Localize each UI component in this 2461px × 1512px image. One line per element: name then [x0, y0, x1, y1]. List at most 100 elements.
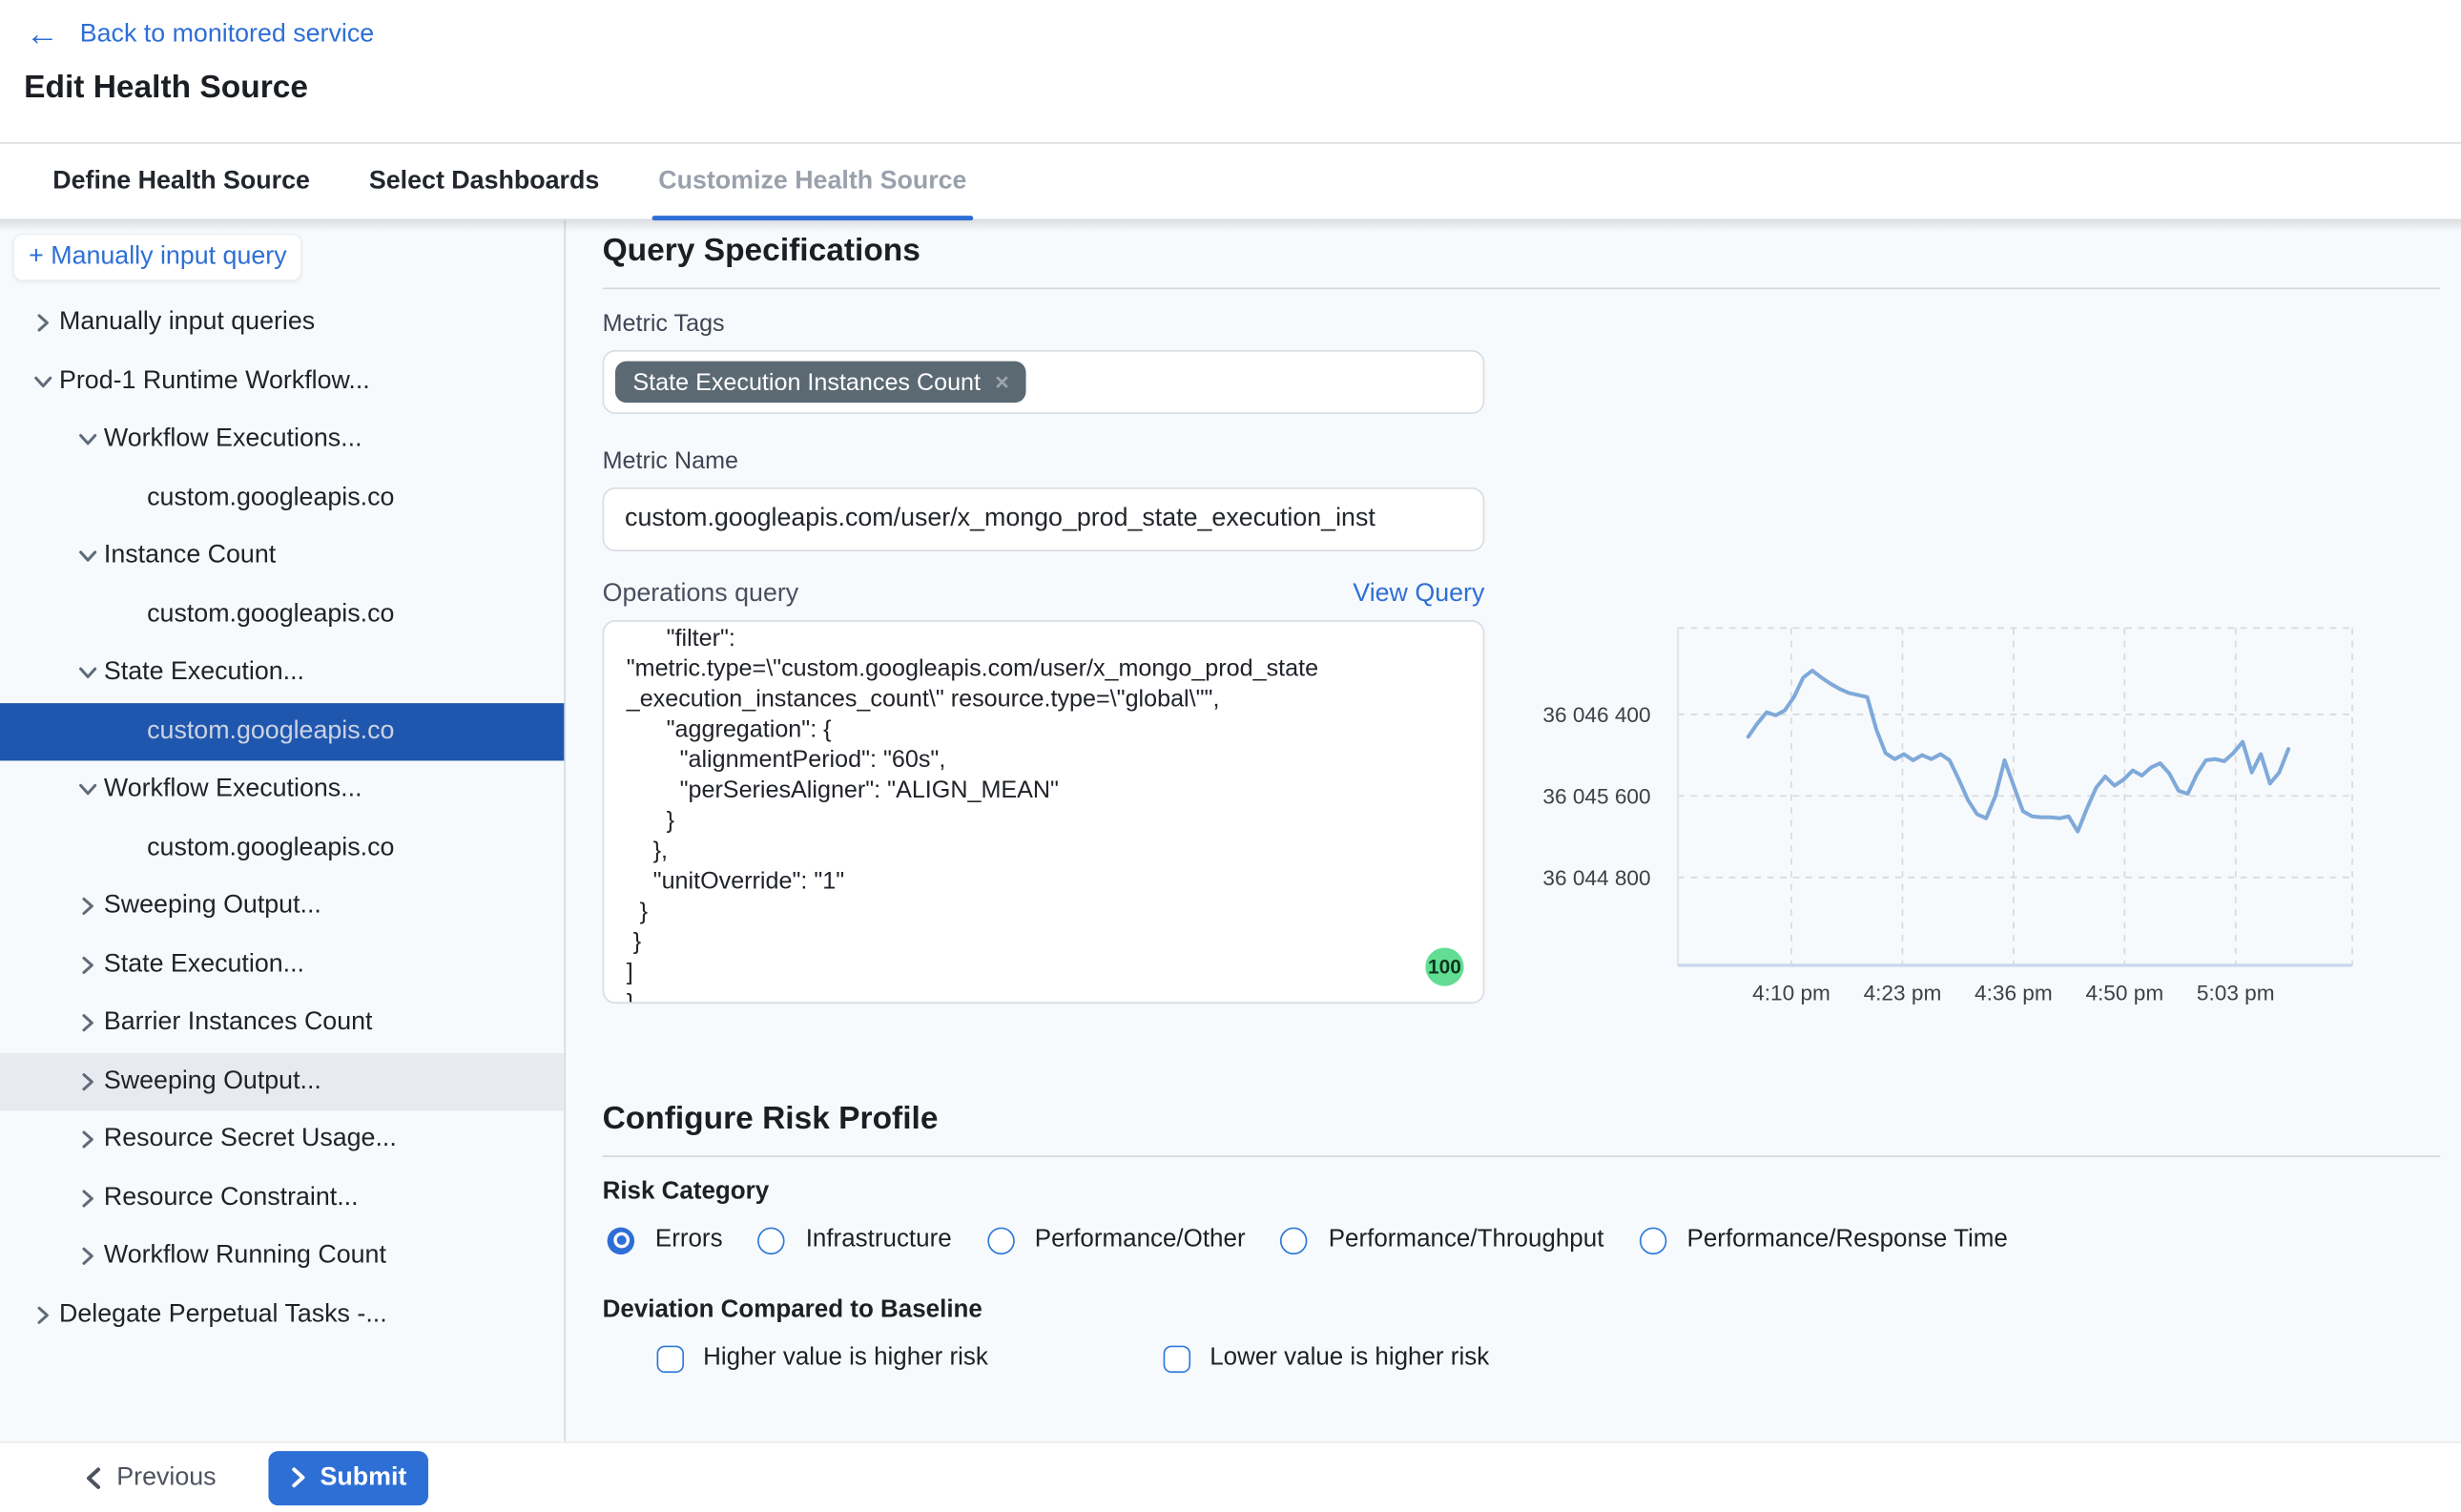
submit-button[interactable]: Submit [269, 1450, 429, 1504]
chevron-right-icon [73, 892, 102, 921]
chevron-right-icon [29, 1300, 57, 1329]
tree-item-label: custom.googleapis.co [147, 834, 394, 862]
query-records-badge: 100 [1425, 947, 1463, 985]
radio-selected-icon[interactable] [608, 1227, 634, 1253]
risk-category-label: Risk Category [603, 1178, 2461, 1207]
previous-button-label: Previous [116, 1463, 216, 1492]
app-header: ← Back to monitored service Edit Health … [0, 0, 2461, 220]
svg-text:4:50 pm: 4:50 pm [2085, 982, 2163, 1005]
svg-text:36 046 400: 36 046 400 [1542, 703, 1650, 727]
back-link[interactable]: ← Back to monitored service [26, 19, 374, 52]
previous-button[interactable]: Previous [85, 1463, 217, 1492]
tab-define-health-source[interactable]: Define Health Source [47, 144, 317, 219]
tree-item-label: Workflow Running Count [104, 1242, 386, 1271]
deviation-label: Deviation Compared to Baseline [603, 1296, 2461, 1325]
page-title: Edit Health Source [24, 71, 308, 108]
chevron-right-icon [291, 1467, 307, 1488]
tree-item-sweeping-output[interactable]: Sweeping Output... [0, 1052, 564, 1110]
radio-infrastructure[interactable]: Infrastructure [757, 1226, 951, 1254]
tree-item-label: Prod-1 Runtime Workflow... [59, 367, 370, 396]
tab-bar: Define Health Source Select Dashboards Cus… [0, 142, 2461, 220]
radio-icon[interactable] [1280, 1227, 1307, 1253]
add-query-button[interactable]: + Manually input query [12, 234, 302, 281]
tree-item-custom-googleapis-co[interactable]: custom.googleapis.co [0, 469, 564, 528]
operations-query-label: Operations query [603, 580, 799, 609]
svg-text:36 045 600: 36 045 600 [1542, 785, 1650, 809]
tree-item-label: Barrier Instances Count [104, 1009, 373, 1038]
chevron-right-icon [73, 1184, 102, 1212]
metric-tags-input[interactable]: State Execution Instances Count × [603, 350, 1485, 414]
tree-item-custom-googleapis-co[interactable]: custom.googleapis.co [0, 819, 564, 878]
radio-icon[interactable] [757, 1227, 784, 1253]
tree-item-label: Sweeping Output... [104, 1067, 321, 1096]
chevron-right-icon [73, 950, 102, 979]
main-panel: Query Specifications Metric Tags State E… [566, 220, 2461, 1443]
submit-button-label: Submit [320, 1463, 406, 1492]
tree-item-prod-1-runtime-workflow[interactable]: Prod-1 Runtime Workflow... [0, 352, 564, 410]
back-arrow-icon: ← [26, 19, 59, 52]
metric-tree: Manually input queries Prod-1 Runtime Wor… [0, 294, 564, 1344]
checkbox-icon[interactable] [1164, 1345, 1190, 1372]
tree-item-workflow-running-count[interactable]: Workflow Running Count [0, 1228, 564, 1286]
tree-item-barrier-instances-count[interactable]: Barrier Instances Count [0, 994, 564, 1052]
svg-text:5:03 pm: 5:03 pm [2197, 982, 2275, 1005]
radio-performance-response-time[interactable]: Performance/Response Time [1639, 1226, 2008, 1254]
page: ← Back to monitored service Edit Health … [0, 0, 2461, 1512]
checkbox-higher-value-is-higher-risk[interactable]: Higher value is higher risk [657, 1344, 1128, 1373]
chip-remove-icon[interactable]: × [995, 370, 1009, 394]
tree-item-delegate-perpetual-tasks[interactable]: Delegate Perpetual Tasks -... [0, 1286, 564, 1344]
tab-select-dashboards[interactable]: Select Dashboards [362, 144, 606, 219]
tree-item-instance-count[interactable]: Instance Count [0, 528, 564, 586]
svg-text:4:10 pm: 4:10 pm [1752, 982, 1830, 1005]
tree-item-custom-googleapis-co[interactable]: custom.googleapis.co [0, 586, 564, 644]
radio-label: Performance/Other [1035, 1226, 1246, 1254]
radio-label: Infrastructure [806, 1226, 952, 1254]
radio-performance-throughput[interactable]: Performance/Throughput [1280, 1226, 1603, 1254]
metric-name-input[interactable] [603, 487, 1485, 551]
operations-query-text: "filter": "metric.type=\"custom.googleap… [627, 623, 1461, 1004]
checkbox-icon[interactable] [657, 1345, 684, 1372]
tree-item-state-execution[interactable]: State Execution... [0, 936, 564, 994]
tab-customize-health-source[interactable]: Customize Health Source [652, 144, 974, 219]
tree-item-manually-input-queries[interactable]: Manually input queries [0, 294, 564, 352]
chevron-right-icon [73, 1126, 102, 1154]
operations-query-textarea[interactable]: "filter": "metric.type=\"custom.googleap… [603, 620, 1485, 1004]
tree-item-label: Workflow Executions... [104, 425, 362, 454]
svg-text:4:23 pm: 4:23 pm [1864, 982, 1942, 1005]
tree-item-custom-googleapis-co[interactable]: custom.googleapis.co [0, 702, 564, 760]
tree-item-state-execution[interactable]: State Execution... [0, 644, 564, 702]
checkbox-lower-value-is-higher-risk[interactable]: Lower value is higher risk [1164, 1344, 1490, 1373]
chevron-down-icon [29, 367, 57, 396]
tree-item-label: Delegate Perpetual Tasks -... [59, 1300, 387, 1329]
tree-item-label: Resource Constraint... [104, 1184, 359, 1212]
tree-item-label: Manually input queries [59, 309, 315, 338]
metric-tags-label: Metric Tags [603, 310, 2461, 337]
radio-icon[interactable] [987, 1227, 1014, 1253]
metric-tag-chip-label: State Execution Instances Count [632, 368, 981, 395]
checkbox-label: Higher value is higher risk [703, 1344, 988, 1373]
back-link-label[interactable]: Back to monitored service [80, 21, 374, 50]
tree-item-resource-constraint[interactable]: Resource Constraint... [0, 1169, 564, 1227]
tree-item-sweeping-output[interactable]: Sweeping Output... [0, 878, 564, 936]
radio-icon[interactable] [1639, 1227, 1665, 1253]
chevron-right-icon [73, 1067, 102, 1096]
radio-label: Errors [655, 1226, 723, 1254]
query-section-title: Query Specifications [603, 234, 2461, 271]
chevron-down-icon [73, 425, 102, 454]
tree-item-resource-secret-usage[interactable]: Resource Secret Usage... [0, 1110, 564, 1169]
chevron-down-icon [73, 659, 102, 688]
metric-name-label: Metric Name [603, 447, 2461, 474]
radio-performance-other[interactable]: Performance/Other [987, 1226, 1246, 1254]
chevron-down-icon [73, 542, 102, 570]
chevron-right-icon [73, 1242, 102, 1271]
tree-item-label: State Execution... [104, 659, 304, 688]
tree-item-workflow-executions[interactable]: Workflow Executions... [0, 760, 564, 818]
tree-item-workflow-executions[interactable]: Workflow Executions... [0, 411, 564, 469]
chevron-left-icon [85, 1466, 102, 1488]
tree-item-label: Resource Secret Usage... [104, 1126, 397, 1154]
checkbox-label: Lower value is higher risk [1210, 1344, 1489, 1373]
view-query-link[interactable]: View Query [1353, 580, 1484, 609]
svg-text:4:36 pm: 4:36 pm [1975, 982, 2053, 1005]
metric-sidebar: + Manually input query Manually input qu… [0, 220, 566, 1443]
radio-errors[interactable]: Errors [608, 1226, 723, 1254]
